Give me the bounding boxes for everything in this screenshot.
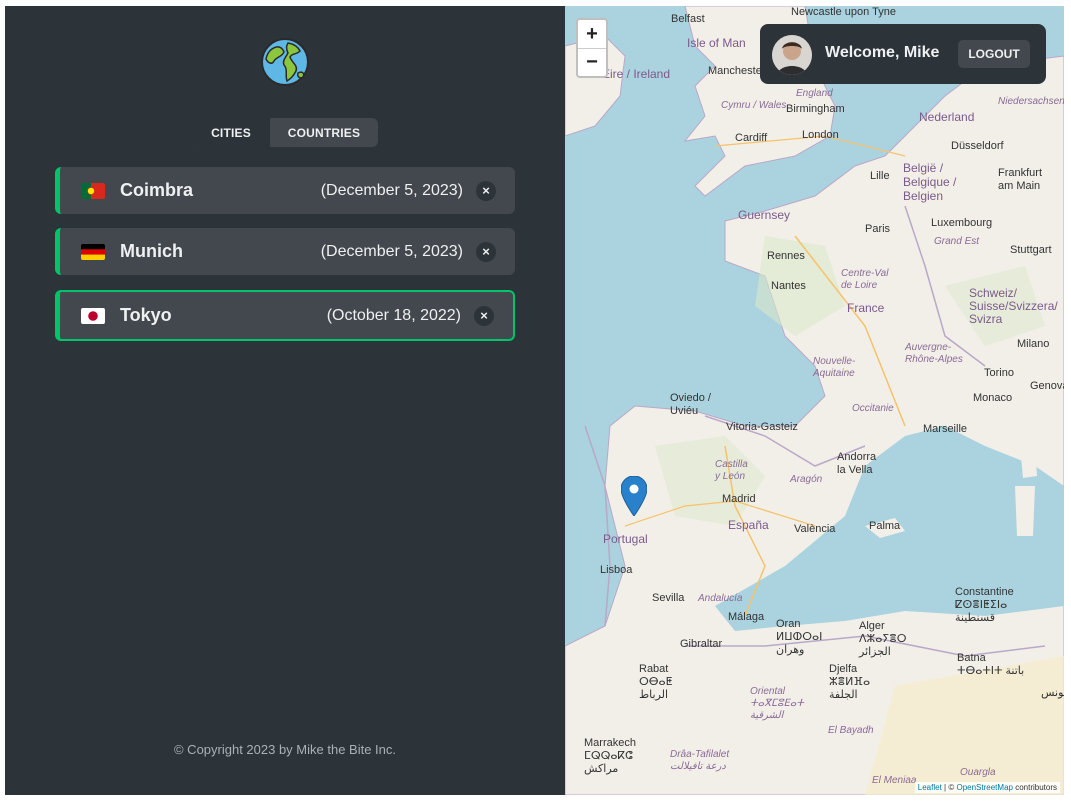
map-attribution: Leaflet | © OpenStreetMap contributors [914, 782, 1060, 793]
map-label: Auvergne-Rhône-Alpes [905, 342, 963, 365]
map-label: Ouargla [960, 767, 996, 778]
map-label: Cymru / Wales [721, 100, 787, 111]
map-label: Guernsey [738, 208, 791, 222]
map-label: Vitoria-Gasteiz [726, 421, 798, 433]
map-label: Schweiz/ Suisse/Svizzera/ Svizra [969, 286, 1058, 326]
map-label: Nantes [771, 280, 806, 292]
delete-city-button[interactable]: × [476, 180, 496, 201]
map-label: Genova [1030, 380, 1064, 392]
map-label: Oran ⵍⵡⵀⵔⴰⵏ وهران [776, 618, 823, 656]
map-label: Rennes [767, 250, 805, 262]
map-marker-icon[interactable] [620, 475, 648, 517]
map-label: València [794, 523, 836, 535]
city-name: Munich [120, 241, 183, 261]
map-label: Stuttgart [1010, 244, 1052, 256]
welcome-text: Welcome, Mike [825, 44, 940, 61]
map-label: Nouvelle-Aquitaine [813, 356, 856, 379]
map-label: تونس [1041, 687, 1064, 699]
map-label: Nederland [919, 110, 975, 124]
city-item-tokyo[interactable]: Tokyo (October 18, 2022) × [55, 290, 515, 341]
map-label: Andorra la Vella [837, 451, 877, 476]
map-label: Oriental ⵜⴰⴳⵎⵓⴹⴰⵜ الشرقية [750, 686, 804, 721]
map-label: Marseille [923, 423, 968, 435]
map-label: Centre-Val de Loire [841, 268, 889, 291]
sidebar: CITIES COUNTRIES Coimbra (December 5, 20… [5, 6, 565, 795]
japan-flag-icon [81, 307, 105, 324]
attribution-tail: contributors [1015, 783, 1057, 792]
map-label: Manchester [708, 65, 766, 77]
map-label: Éire / Ireland [602, 67, 671, 81]
city-name: Tokyo [120, 305, 172, 325]
avatar [772, 35, 812, 75]
tab-countries[interactable]: COUNTRIES [270, 118, 378, 147]
map-label: Isle of Man [687, 36, 746, 50]
map-label: Portugal [603, 532, 648, 546]
map-label: Alger ⴷⵣⴰⵢⴻⵔ الجزائر [859, 620, 907, 658]
zoom-control: + − [576, 18, 608, 78]
map-label: Drâa-Tafilalet درعة تافيلالت [670, 749, 730, 772]
city-date: (December 5, 2023) [320, 181, 463, 199]
city-item-munich[interactable]: Munich (December 5, 2023) × [55, 228, 515, 275]
map-label: Belfast [671, 13, 705, 25]
map-label: Marrakech ⵎⵕⵕⴰⴽⵛ مراكش [584, 737, 636, 775]
city-item-coimbra[interactable]: Coimbra (December 5, 2023) × [55, 167, 515, 214]
map-label: Düsseldorf [951, 140, 1004, 152]
map-label: London [802, 129, 839, 141]
germany-flag-icon [81, 243, 105, 260]
map-label: Lille [870, 170, 890, 182]
app: CITIES COUNTRIES Coimbra (December 5, 20… [5, 6, 1064, 795]
attribution-separator: | © [944, 783, 955, 792]
city-country-tabs: CITIES COUNTRIES [192, 118, 378, 147]
leaflet-link[interactable]: Leaflet [918, 783, 942, 792]
map-label: Gibraltar [680, 638, 723, 650]
zoom-in-button[interactable]: + [578, 20, 606, 48]
zoom-out-button[interactable]: − [578, 48, 606, 76]
map-label: Occitanie [852, 403, 894, 414]
globe-logo-icon[interactable] [260, 37, 310, 87]
map-label: Paris [865, 223, 891, 235]
delete-city-button[interactable]: × [474, 305, 494, 326]
tab-cities[interactable]: CITIES [192, 118, 270, 147]
map-label: België / Belgique / Belgien [903, 161, 957, 203]
map-label: Lisboa [600, 564, 633, 576]
copyright-text: © Copyright 2023 by Mike the Bite Inc. [173, 742, 397, 757]
openstreetmap-link[interactable]: OpenStreetMap [956, 783, 1012, 792]
map-label: Torino [984, 367, 1014, 379]
map-label: Grand Est [934, 236, 980, 247]
map-label: Niedersachsen [998, 96, 1064, 107]
map-label: England [796, 88, 833, 99]
map-label: Birmingham [786, 103, 845, 115]
map-label: Rabat ⵔⴱⴰⵟ الرباط [639, 663, 673, 701]
map-label: Málaga [728, 611, 765, 623]
map-label: Palma [869, 520, 901, 532]
map-label: El Bayadh [828, 725, 874, 736]
logout-button[interactable]: LOGOUT [958, 40, 1030, 68]
map-label: Aragón [790, 474, 823, 485]
map-label: Batna ⵜⴱⴰⵜⵏⵜ باتنة [957, 652, 1025, 677]
map-label: Andalucía [698, 593, 743, 604]
map-label: Newcastle upon Tyne [791, 6, 896, 18]
map-label: Monaco [973, 392, 1013, 404]
map-label: Cardiff [735, 132, 768, 144]
city-date: (December 5, 2023) [320, 242, 463, 260]
map-label: Constantine ⵇⵙⴻⵏⵟⵉⵏⴰ قسنطينة [955, 586, 1014, 624]
delete-city-button[interactable]: × [476, 241, 496, 262]
map-label: Castilla y León [715, 459, 748, 482]
user-panel: Welcome, Mike LOGOUT [760, 24, 1046, 84]
map-label: Madrid [722, 493, 756, 505]
city-date: (October 18, 2022) [326, 306, 461, 324]
map-label: Oviedo / Uviéu [670, 392, 711, 417]
map-label: Milano [1017, 338, 1050, 350]
map-label: España [728, 518, 769, 532]
map-label: Sevilla [652, 592, 685, 604]
map-label: Frankfurt am Main [998, 167, 1043, 192]
city-name: Coimbra [120, 180, 194, 200]
map[interactable]: Newcastle upon Tyne Belfast Isle of Man … [565, 6, 1064, 795]
map-label: Djelfa ⵣⴻⵍⴼⴰ الجلفة [829, 663, 871, 701]
map-label: France [847, 301, 885, 315]
map-label: El Meniaa [872, 775, 917, 786]
map-label: Luxembourg [931, 217, 993, 229]
portugal-flag-icon [81, 182, 105, 199]
